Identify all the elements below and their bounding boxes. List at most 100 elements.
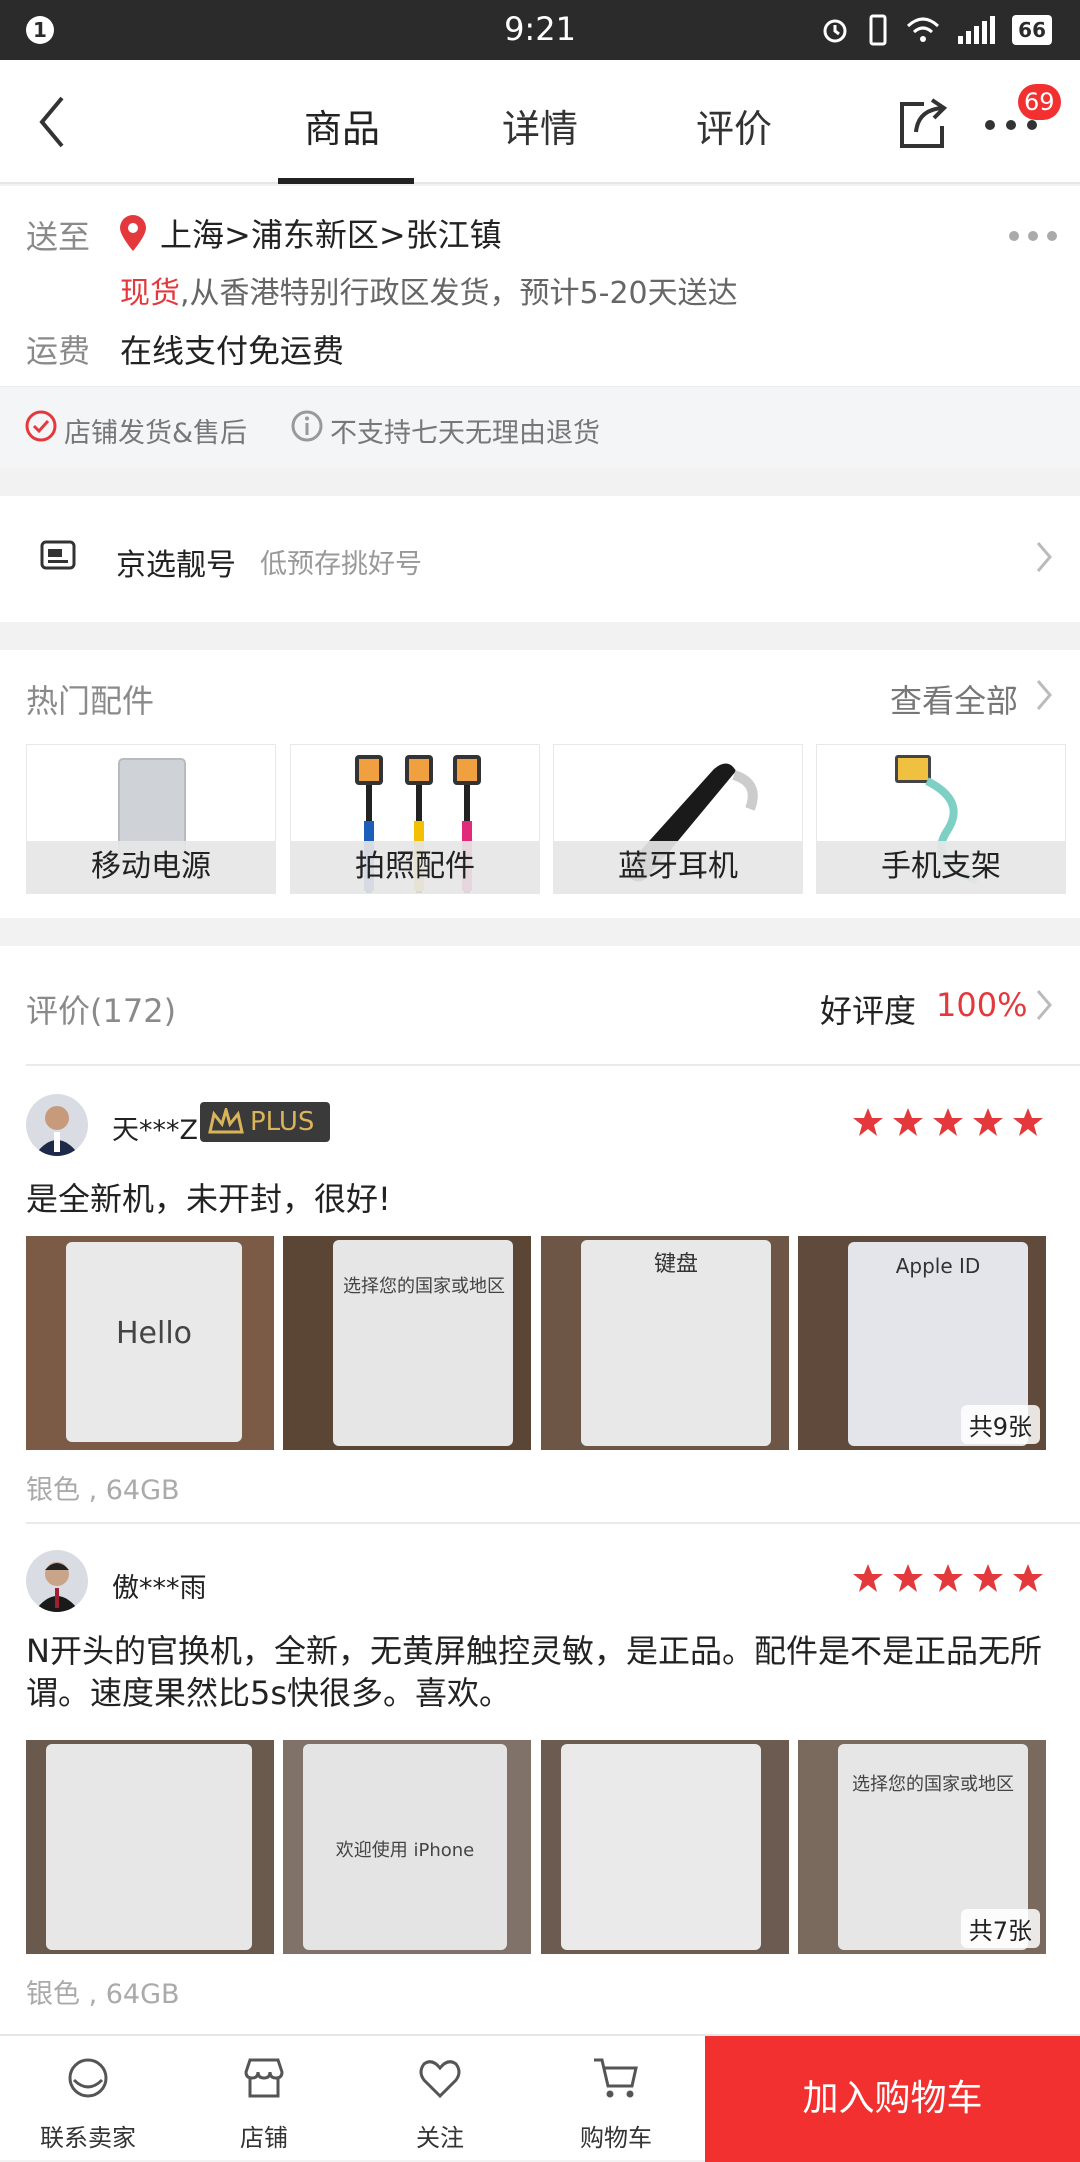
heart-icon <box>419 2060 461 2099</box>
tab-details[interactable]: 详情 <box>502 98 578 153</box>
more-icon[interactable] <box>984 118 1038 132</box>
photo-text: 欢迎使用 iPhone <box>335 1840 475 1861</box>
crown-icon <box>208 1108 244 1134</box>
star-icon <box>973 1108 1003 1136</box>
review-user: 天***Z <box>112 1115 198 1146</box>
battery-indicator: 66 <box>1012 15 1052 45</box>
address-more-icon[interactable] <box>1008 230 1058 242</box>
shop-service-text: 店铺发货&售后 <box>64 418 248 449</box>
message-badge: 69 <box>1018 84 1061 120</box>
review-spec: 银色 , 64GB <box>26 1979 180 2010</box>
avatar[interactable] <box>26 1094 88 1156</box>
back-icon[interactable] <box>36 94 68 150</box>
review-photo[interactable] <box>541 1740 789 1954</box>
customer-service-icon <box>68 2058 108 2098</box>
sim-card-icon <box>40 540 76 570</box>
accessory-power-bank[interactable]: 移动电源 <box>26 744 276 894</box>
shop-label: 店铺 <box>240 2124 288 2152</box>
reviews-title[interactable]: 评价(172) <box>26 986 176 1032</box>
photo-text: Apple ID <box>895 1254 981 1278</box>
plus-badge: PLUS <box>200 1102 330 1142</box>
accessories-title: 热门配件 <box>26 682 155 720</box>
cart-icon <box>594 2058 638 2098</box>
review-photo[interactable]: 键盘 <box>541 1236 789 1450</box>
star-icon <box>1013 1108 1043 1136</box>
check-circle-icon <box>25 410 57 442</box>
status-bar: 1 9:21 66 <box>0 0 1080 60</box>
no-return-text: 不支持七天无理由退货 <box>330 418 600 449</box>
rating-value: 100% <box>936 986 1028 1024</box>
follow-label: 关注 <box>416 2124 464 2152</box>
view-all-link[interactable]: 查看全部 <box>890 676 1018 722</box>
contact-label: 联系卖家 <box>40 2124 136 2152</box>
accessory-stand[interactable]: 手机支架 <box>816 744 1066 894</box>
signal-icon <box>958 16 996 44</box>
accessory-label: 移动电源 <box>27 841 275 893</box>
photo-count: 共7张 <box>960 1909 1040 1948</box>
bottom-bar: 联系卖家 店铺 关注 购物车 加入购物车 <box>0 2034 1080 2162</box>
number-select-subtitle: 低预存挑好号 <box>260 549 422 580</box>
cart-button[interactable]: 购物车 <box>528 2036 704 2162</box>
review-user: 傲***雨 <box>112 1573 207 1604</box>
review-photo[interactable]: 选择您的国家或地区 共7张 <box>798 1740 1046 1954</box>
tab-product[interactable]: 商品 <box>304 98 380 153</box>
fee-label: 运费 <box>26 332 91 370</box>
review-photo[interactable]: Apple ID 共9张 <box>798 1236 1046 1450</box>
user-avatar-image <box>34 1562 80 1612</box>
alarm-icon <box>823 19 847 43</box>
accessory-label: 手机支架 <box>817 841 1065 893</box>
number-select-row[interactable]: 京选靓号 低预存挑好号 <box>0 496 1080 622</box>
review-text: 是全新机，未开封，很好! <box>26 1180 391 1218</box>
avatar[interactable] <box>26 1550 88 1612</box>
tab-reviews[interactable]: 评价 <box>696 98 772 153</box>
service-row[interactable]: 店铺发货&售后 不支持七天无理由退货 <box>0 386 1080 468</box>
cart-label: 购物车 <box>580 2124 652 2152</box>
number-select-title: 京选靓号 <box>116 548 236 583</box>
star-icon <box>973 1564 1003 1592</box>
top-nav: 商品 详情 评价 69 <box>0 60 1080 184</box>
star-icon <box>933 1108 963 1136</box>
shop-icon <box>244 2058 284 2098</box>
star-icon <box>1013 1564 1043 1592</box>
star-icon <box>933 1564 963 1592</box>
accessory-camera[interactable]: 拍照配件 <box>290 744 540 894</box>
wifi-icon <box>907 17 940 42</box>
review-photo[interactable]: 选择您的国家或地区 <box>283 1236 531 1450</box>
ship-to-label: 送至 <box>26 218 91 256</box>
shop-button[interactable]: 店铺 <box>176 2036 352 2162</box>
delivery-card[interactable]: 送至 上海>浦东新区>张江镇 现货,从香港特别行政区发货，预计5-20天送达 运… <box>0 186 1080 386</box>
photo-text: Hello <box>115 1316 193 1351</box>
follow-button[interactable]: 关注 <box>352 2036 528 2162</box>
chevron-right-icon <box>1036 990 1052 1020</box>
active-tab-indicator <box>278 178 414 184</box>
address-text[interactable]: 上海>浦东新区>张江镇 <box>160 210 502 256</box>
ship-info: ,从香港特别行政区发货，预计5-20天送达 <box>180 276 738 311</box>
photo-text: 键盘 <box>653 1252 698 1277</box>
chevron-right-icon <box>1036 680 1052 710</box>
rating-label: 好评度 <box>820 992 917 1030</box>
review-photo[interactable]: Hello <box>26 1236 274 1450</box>
contact-seller-button[interactable]: 联系卖家 <box>0 2036 176 2162</box>
shipping-estimate: 现货,从香港特别行政区发货，预计5-20天送达 <box>120 268 738 312</box>
photo-count: 共9张 <box>960 1405 1040 1444</box>
add-to-cart-button[interactable]: 加入购物车 <box>705 2036 1080 2162</box>
accessory-label: 拍照配件 <box>291 841 539 893</box>
share-icon[interactable] <box>894 96 950 152</box>
star-icon <box>893 1108 923 1136</box>
divider <box>26 1064 1080 1066</box>
fee-value: 在线支付免运费 <box>120 332 345 370</box>
photo-text: 选择您的国家或地区 <box>343 1276 505 1297</box>
accessory-earphone[interactable]: 蓝牙耳机 <box>553 744 803 894</box>
star-rating <box>844 1562 1044 1598</box>
star-rating <box>844 1106 1044 1142</box>
divider <box>26 1522 1080 1524</box>
star-icon <box>853 1108 883 1136</box>
star-icon <box>893 1564 923 1592</box>
photo-text: 选择您的国家或地区 <box>852 1774 1014 1795</box>
plus-label: PLUS <box>250 1107 315 1137</box>
review-photo[interactable] <box>26 1740 274 1954</box>
star-icon <box>853 1564 883 1592</box>
review-spec: 银色 , 64GB <box>26 1475 180 1506</box>
user-avatar-image <box>34 1106 80 1156</box>
review-photo[interactable]: 欢迎使用 iPhone <box>283 1740 531 1954</box>
